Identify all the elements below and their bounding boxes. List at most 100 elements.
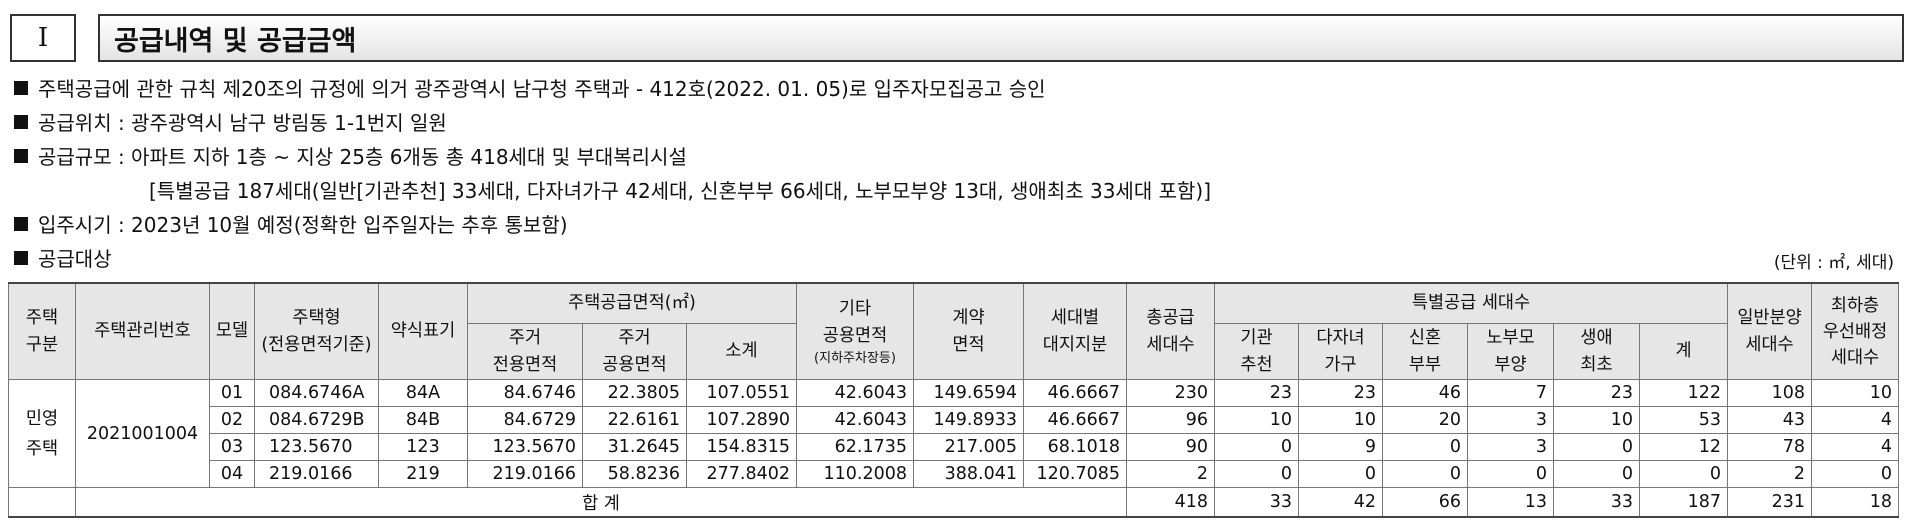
total-elder: 13 [1467,487,1554,518]
cell-common: 22.3805 [582,379,687,407]
cell-first: 0 [1553,433,1640,461]
header-newlywed: 신혼 부부 [1382,323,1468,380]
cell-exclusive: 84.6746 [467,379,583,407]
total-multi: 42 [1298,487,1383,518]
cell-multi: 23 [1298,379,1383,407]
note-special-breakdown: [특별공급 187세대(일반[기관추천] 33세대, 다자녀가구 42세대, 신… [149,179,1211,203]
header-housing-type: 주택 구분 [8,282,76,380]
cell-sum: 53 [1638,406,1729,434]
total-row: 합 계 418 33 42 66 13 33 187 231 18 [8,487,1900,518]
cell-sum: 122 [1638,379,1729,407]
header-common-area: 주거 공용면적 [582,323,687,380]
header-first-home: 생애 최초 [1553,323,1640,380]
cell-first: 23 [1553,379,1640,407]
cell-total: 96 [1126,406,1215,434]
cell-inst: 23 [1214,379,1299,407]
cell-inst: 10 [1214,406,1299,434]
cell-contract: 388.041 [913,460,1024,488]
total-supply: 418 [1126,487,1215,518]
cell-model: 03 [209,433,255,461]
cell-elder: 3 [1467,406,1554,434]
supply-table: 주택 구분 주택관리번호 모델 주택형 (전용면적기준) 약식표기 주택공급면적… [8,282,1900,518]
header-model: 모델 [209,282,255,380]
cell-newlywed: 46 [1382,379,1468,407]
cell-type: 084.6729B [254,406,379,434]
header-multi-child: 다자녀 가구 [1298,323,1383,380]
cell-contract: 149.6594 [913,379,1024,407]
header-special-sum: 계 [1638,323,1729,380]
cell-contract: 217.005 [913,433,1024,461]
header-exclusive-area: 주거 전용면적 [467,323,583,380]
cell-other: 110.2008 [796,460,914,488]
cell-land: 120.7085 [1023,460,1127,488]
cell-subtotal: 107.2890 [686,406,797,434]
cell-type: 219.0166 [254,460,379,488]
section-title: 공급내역 및 공급금액 [98,14,1904,62]
cell-land: 46.6667 [1023,379,1127,407]
cell-lowest: 0 [1811,460,1900,488]
header-elder-support: 노부모 부양 [1467,323,1554,380]
total-sum: 187 [1638,487,1729,518]
cell-abbr: 84B [378,406,468,434]
cell-multi: 0 [1298,460,1383,488]
cell-first: 0 [1553,460,1640,488]
unit-label: (단위 : ㎡, 세대) [1773,253,1894,273]
cell-first: 10 [1553,406,1640,434]
header-land-share: 세대별 대지지분 [1023,282,1127,380]
bullet-square-icon [14,81,28,95]
cell-elder: 3 [1467,433,1554,461]
cell-contract: 149.8933 [913,406,1024,434]
cell-model: 04 [209,460,255,488]
cell-model: 02 [209,406,255,434]
header-contract-area: 계약 면적 [913,282,1024,380]
header-housing-form: 주택형 (전용면적기준) [254,282,379,380]
cell-newlywed: 0 [1382,460,1468,488]
table-row: 03 123.5670 123 123.5670 31.2645 154.831… [9,433,1900,461]
cell-total: 2 [1126,460,1215,488]
cell-common: 31.2645 [582,433,687,461]
header-subtotal: 소계 [686,323,797,380]
cell-exclusive: 123.5670 [467,433,583,461]
cell-sum: 0 [1638,460,1729,488]
cell-general: 2 [1727,460,1813,488]
housing-type-cell: 민영 주택 [8,379,76,488]
cell-abbr: 219 [378,460,468,488]
cell-model: 01 [209,379,255,407]
cell-subtotal: 277.8402 [686,460,797,488]
bullet-square-icon [14,217,28,231]
cell-other: 42.6043 [796,406,914,434]
note-move-in: 입주시기 : 2023년 10월 예정(정확한 입주일자는 추후 통보함) [14,208,1211,242]
cell-elder: 0 [1467,460,1554,488]
total-inst: 33 [1214,487,1299,518]
cell-newlywed: 20 [1382,406,1468,434]
cell-abbr: 123 [378,433,468,461]
total-first: 33 [1553,487,1640,518]
header-row-1: 주택 구분 주택관리번호 모델 주택형 (전용면적기준) 약식표기 주택공급면적… [8,282,1900,380]
table-row: 04 219.0166 219 219.0166 58.8236 277.840… [9,460,1900,488]
table-row: 02 084.6729B 84B 84.6729 22.6161 107.289… [9,406,1900,434]
cell-type: 084.6746A [254,379,379,407]
cell-type: 123.5670 [254,433,379,461]
total-newlywed: 66 [1382,487,1468,518]
cell-land: 46.6667 [1023,406,1127,434]
cell-total: 90 [1126,433,1215,461]
cell-abbr: 84A [378,379,468,407]
header-institution: 기관 추천 [1214,323,1299,380]
total-lowest: 18 [1811,487,1900,518]
header-total-supply: 총공급 세대수 [1126,282,1215,380]
cell-multi: 9 [1298,433,1383,461]
header-other-common: 기타 공용면적 (지하주차장등) [796,282,914,380]
header-management-no: 주택관리번호 [75,282,210,380]
total-general: 231 [1727,487,1813,518]
total-blank-cell [8,487,76,517]
cell-other: 62.1735 [796,433,914,461]
cell-inst: 0 [1214,460,1299,488]
notes: 주택공급에 관한 규칙 제20조의 규정에 의거 광주광역시 남구청 주택과 -… [14,72,1211,276]
management-no-cell: 2021001004 [75,379,210,488]
bullet-square-icon [14,251,28,265]
note-approval: 주택공급에 관한 규칙 제20조의 규정에 의거 광주광역시 남구청 주택과 -… [14,72,1211,106]
table-row: 민영 주택 2021001004 01 084.6746A 84A 84.674… [8,379,1900,488]
cell-common: 58.8236 [582,460,687,488]
total-label: 합 계 [75,487,1127,518]
note-scale: 공급규모 : 아파트 지하 1층 ~ 지상 25층 6개동 총 418세대 및 … [14,140,1211,174]
